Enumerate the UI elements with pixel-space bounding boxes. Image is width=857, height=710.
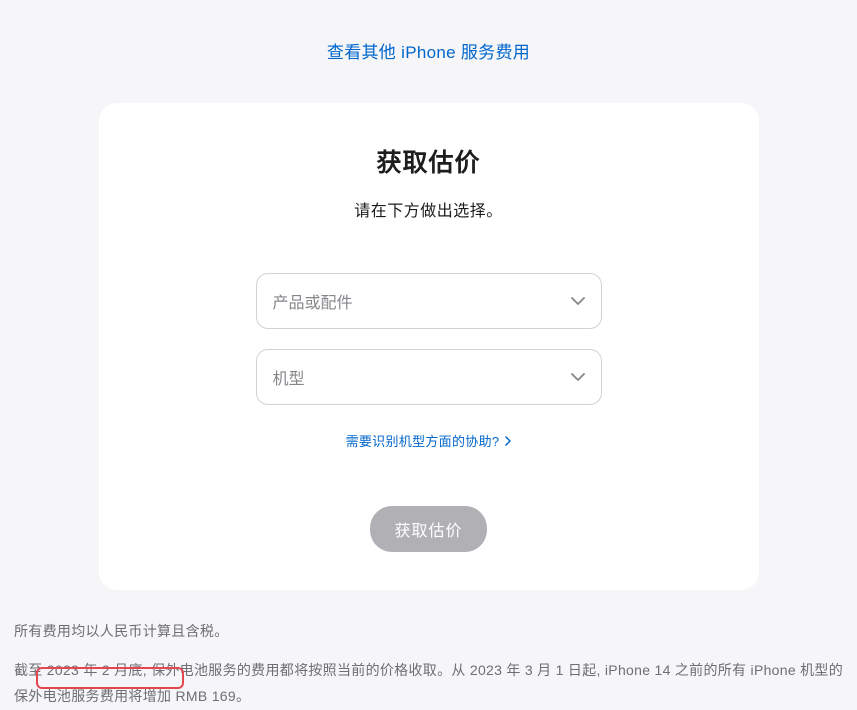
- footer-text: 所有费用均以人民币计算且含税。 截至 2023 年 2 月底, 保外电池服务的费…: [10, 590, 847, 710]
- footer-line-1: 所有费用均以人民币计算且含税。: [14, 618, 843, 645]
- help-link-text: 需要识别机型方面的协助?: [346, 431, 500, 450]
- other-services-link[interactable]: 查看其他 iPhone 服务费用: [327, 43, 530, 62]
- model-select-placeholder: 机型: [273, 365, 305, 389]
- footer-highlighted-text: 费用将增加 RMB 169。: [100, 688, 250, 704]
- card-subtitle: 请在下方做出选择。: [99, 197, 759, 221]
- product-select[interactable]: 产品或配件: [256, 273, 602, 329]
- chevron-down-icon: [571, 297, 585, 305]
- product-select-placeholder: 产品或配件: [273, 289, 353, 313]
- help-link[interactable]: 需要识别机型方面的协助?: [346, 431, 512, 450]
- top-link-container: 查看其他 iPhone 服务费用: [10, 0, 847, 103]
- get-estimate-button[interactable]: 获取估价: [370, 506, 486, 552]
- footer-line-2: 截至 2023 年 2 月底, 保外电池服务的费用都将按照当前的价格收取。从 2…: [14, 657, 843, 710]
- card-title: 获取估价: [99, 143, 759, 179]
- chevron-down-icon: [571, 373, 585, 381]
- estimate-card: 获取估价 请在下方做出选择。 产品或配件 机型 需要识别机型方面的协助?: [99, 103, 759, 590]
- product-select-wrapper: 产品或配件: [256, 273, 602, 329]
- model-select-wrapper: 机型: [256, 349, 602, 405]
- chevron-right-icon: [505, 436, 511, 446]
- model-select[interactable]: 机型: [256, 349, 602, 405]
